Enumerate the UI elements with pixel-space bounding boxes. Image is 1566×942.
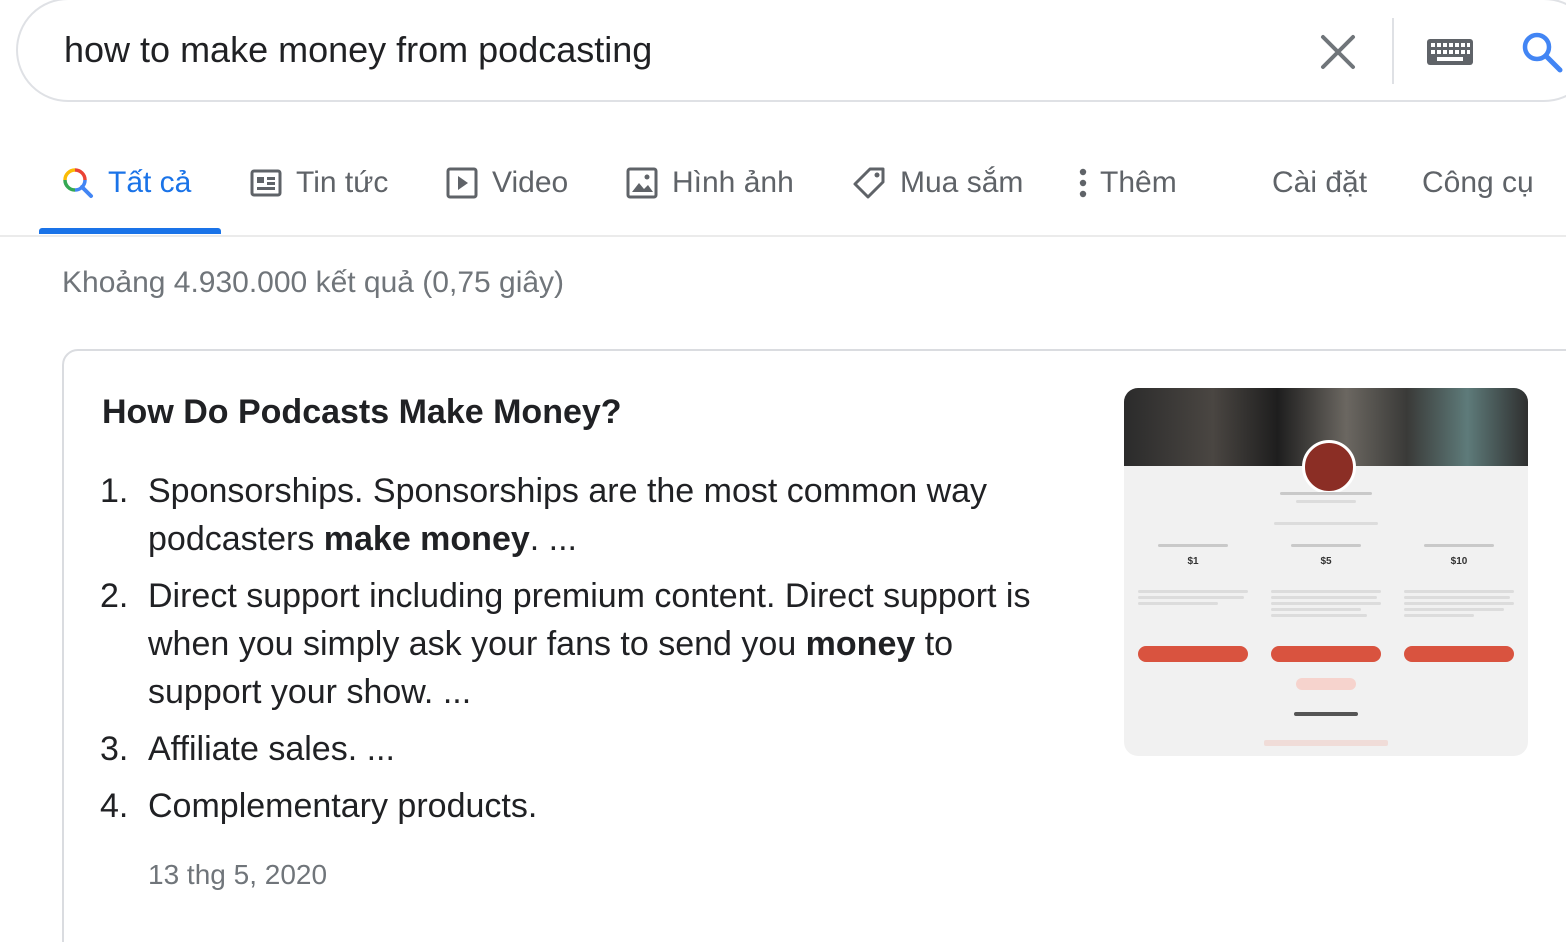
active-tab-indicator [39,228,221,234]
thumbnail-join-button [1404,646,1514,662]
thumbnail-tier: $1 [1134,538,1252,638]
item-text: Affiliate sales. ... [148,730,395,768]
tab-label: Video [492,166,569,199]
thumbnail-tier: $10 [1400,538,1518,638]
thumbnail-line [1296,500,1356,503]
image-icon [626,167,658,199]
tab-more[interactable]: Thêm [1078,160,1177,206]
item-text: Complementary products. [148,787,538,825]
answer-list: 1. Sponsorships. Sponsorships are the mo… [100,467,1060,839]
search-icon [63,168,93,198]
snippet-date: 13 thg 5, 2020 [148,859,328,890]
search-icon [1522,32,1563,73]
item-number: 2. [100,577,129,615]
settings-label: Cài đặt [1272,166,1368,199]
clear-search-button[interactable] [1312,26,1364,78]
thumbnail-tier: $5 [1267,538,1385,638]
list-item: 1. Sponsorships. Sponsorships are the mo… [100,467,1060,563]
thumbnail-line [1264,740,1388,746]
tab-label: Mua sắm [900,166,1024,199]
thumbnail-line [1274,522,1378,525]
thumbnail-line [1294,712,1358,716]
tab-all[interactable]: Tất cả [62,160,191,206]
list-item: 3. Affiliate sales. ... [100,725,1060,773]
item-number: 1. [100,472,129,510]
search-button[interactable] [1516,26,1566,78]
search-input[interactable] [64,24,1244,76]
item-text: Direct support including premium content… [148,577,1031,711]
search-bar [16,0,1566,102]
keyboard-button[interactable] [1424,32,1476,72]
tab-images[interactable]: Hình ảnh [626,160,794,206]
tab-shopping[interactable]: Mua sắm [852,160,1023,206]
search-tabs: Tất cả Tin tức Video Hình ảnh Mua sắm Th… [0,130,1566,236]
google-results-page: Tất cả Tin tức Video [0,0,1566,942]
settings-link[interactable]: Cài đặt [1272,160,1367,206]
tools-label: Công cụ [1422,166,1534,199]
tools-link[interactable]: Công cụ [1422,160,1534,206]
tab-label: Hình ảnh [672,166,794,199]
tag-icon [853,167,885,199]
featured-title: How Do Podcasts Make Money? [102,393,622,431]
tab-video[interactable]: Video [446,160,568,206]
tab-label: Tin tức [296,166,389,199]
more-vert-icon [1079,168,1087,198]
tab-label: Tất cả [108,166,192,199]
thumbnail-pill [1296,678,1356,690]
list-item: 4. Complementary products. [100,782,1060,830]
item-number: 3. [100,730,129,768]
item-text: Sponsorships. Sponsorships are the most … [148,472,988,558]
search-bar-divider [1392,18,1394,84]
close-icon [1321,35,1355,69]
play-icon [446,167,478,199]
thumbnail-join-button [1138,646,1248,662]
featured-snippet-card: How Do Podcasts Make Money? 1. Sponsorsh… [62,349,1566,942]
thumbnail-join-button [1271,646,1381,662]
result-stats: Khoảng 4.930.000 kết quả (0,75 giây) [62,266,565,299]
tabs-divider [0,235,1566,237]
avatar [1302,440,1356,494]
thumbnail-line [1280,492,1372,495]
snippet-thumbnail[interactable]: $1 $5 $10 [1124,388,1528,756]
list-item: 2. Direct support including premium cont… [100,572,1060,716]
item-number: 4. [100,787,129,825]
tab-label: Thêm [1100,166,1177,199]
tab-news[interactable]: Tin tức [250,160,388,206]
news-icon [250,169,282,197]
keyboard-icon [1427,39,1473,65]
